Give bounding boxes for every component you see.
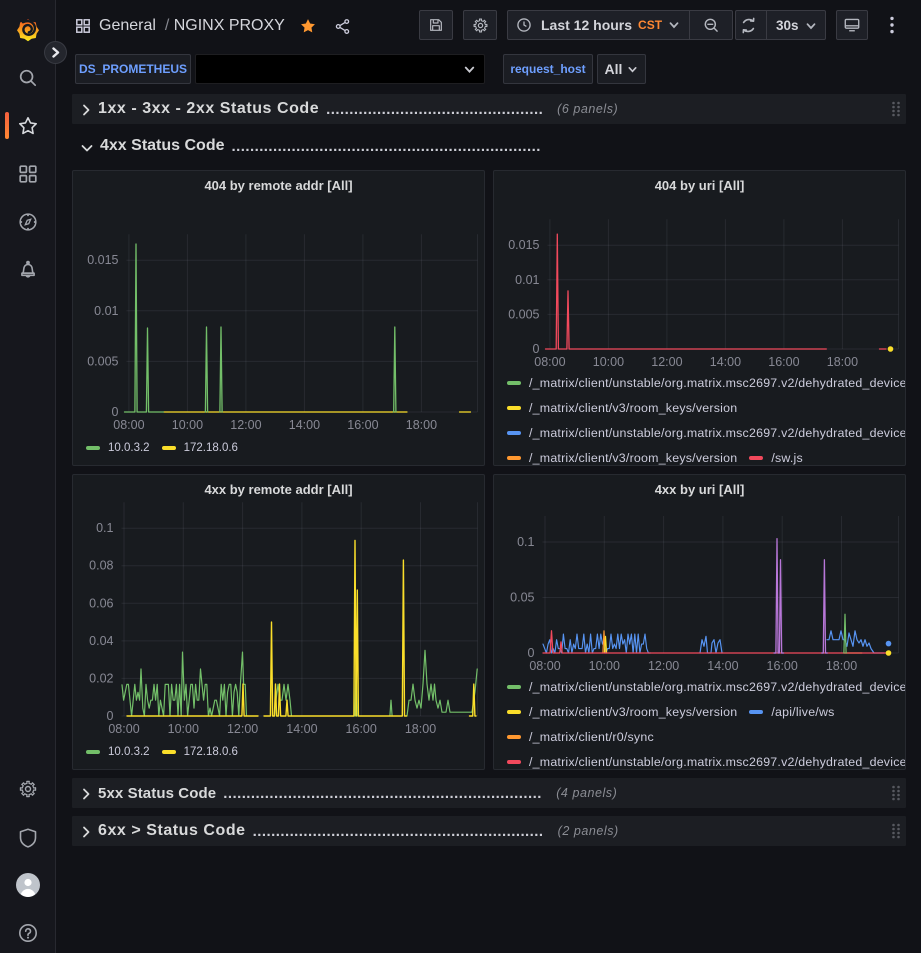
svg-text:0: 0 <box>112 405 119 419</box>
svg-text:10:00: 10:00 <box>172 418 203 432</box>
svg-text:08:00: 08:00 <box>113 418 144 432</box>
svg-text:0.015: 0.015 <box>87 253 118 267</box>
svg-text:18:00: 18:00 <box>406 418 437 432</box>
svg-text:14:00: 14:00 <box>286 722 317 736</box>
svg-text:0.08: 0.08 <box>89 559 113 573</box>
svg-text:14:00: 14:00 <box>289 418 320 432</box>
svg-text:10:00: 10:00 <box>168 722 199 736</box>
svg-text:12:00: 12:00 <box>230 418 261 432</box>
svg-text:10:00: 10:00 <box>589 659 620 673</box>
svg-text:12:00: 12:00 <box>651 355 682 369</box>
svg-text:18:00: 18:00 <box>826 659 857 673</box>
svg-text:0.005: 0.005 <box>87 354 118 368</box>
svg-text:0.01: 0.01 <box>94 304 118 318</box>
svg-text:0.01: 0.01 <box>515 273 539 287</box>
svg-text:0.1: 0.1 <box>96 521 113 535</box>
svg-text:16:00: 16:00 <box>347 418 378 432</box>
svg-text:16:00: 16:00 <box>768 355 799 369</box>
svg-text:0.06: 0.06 <box>89 596 113 610</box>
svg-text:14:00: 14:00 <box>707 659 738 673</box>
svg-text:10:00: 10:00 <box>593 355 624 369</box>
svg-text:0: 0 <box>528 646 535 660</box>
svg-text:08:00: 08:00 <box>529 659 560 673</box>
svg-text:12:00: 12:00 <box>648 659 679 673</box>
svg-text:0.02: 0.02 <box>89 671 113 685</box>
svg-text:12:00: 12:00 <box>227 722 258 736</box>
svg-text:0.1: 0.1 <box>517 535 534 549</box>
svg-text:0: 0 <box>533 342 540 356</box>
svg-text:0.005: 0.005 <box>508 307 539 321</box>
svg-text:08:00: 08:00 <box>534 355 565 369</box>
svg-text:0.04: 0.04 <box>89 634 113 648</box>
svg-text:18:00: 18:00 <box>827 355 858 369</box>
svg-text:16:00: 16:00 <box>346 722 377 736</box>
svg-text:0: 0 <box>107 709 114 723</box>
svg-text:14:00: 14:00 <box>710 355 741 369</box>
svg-text:08:00: 08:00 <box>108 722 139 736</box>
svg-text:0.05: 0.05 <box>510 591 534 605</box>
svg-text:0.015: 0.015 <box>508 238 539 252</box>
svg-text:16:00: 16:00 <box>767 659 798 673</box>
svg-text:18:00: 18:00 <box>405 722 436 736</box>
